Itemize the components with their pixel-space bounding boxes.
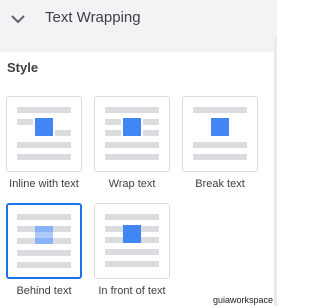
chevron-down-icon[interactable] xyxy=(10,11,26,27)
option-label: Inline with text xyxy=(9,178,79,190)
option-label: In front of text xyxy=(98,285,166,297)
scrollbar[interactable] xyxy=(274,38,277,306)
wrap-text-icon xyxy=(105,107,159,160)
inline-with-text-icon xyxy=(17,107,71,160)
option-label: Break text xyxy=(195,178,245,190)
break-text-tile[interactable] xyxy=(182,96,258,172)
option-label: Wrap text xyxy=(108,178,156,190)
option-label: Behind text xyxy=(16,285,72,297)
header-divider xyxy=(0,38,277,52)
behind-text-tile[interactable] xyxy=(6,203,82,279)
wrap-text-tile[interactable] xyxy=(94,96,170,172)
in-front-of-text-tile[interactable] xyxy=(94,203,170,279)
style-label: Style xyxy=(7,60,39,75)
behind-text-icon xyxy=(17,214,71,268)
section-title: Text Wrapping xyxy=(45,9,141,26)
text-wrapping-section-header[interactable]: Text Wrapping xyxy=(0,0,277,38)
watermark: guiaworkspace xyxy=(212,295,273,305)
in-front-of-text-icon xyxy=(105,214,159,267)
break-text-icon xyxy=(193,107,247,160)
inline-with-text-tile[interactable] xyxy=(6,96,82,172)
